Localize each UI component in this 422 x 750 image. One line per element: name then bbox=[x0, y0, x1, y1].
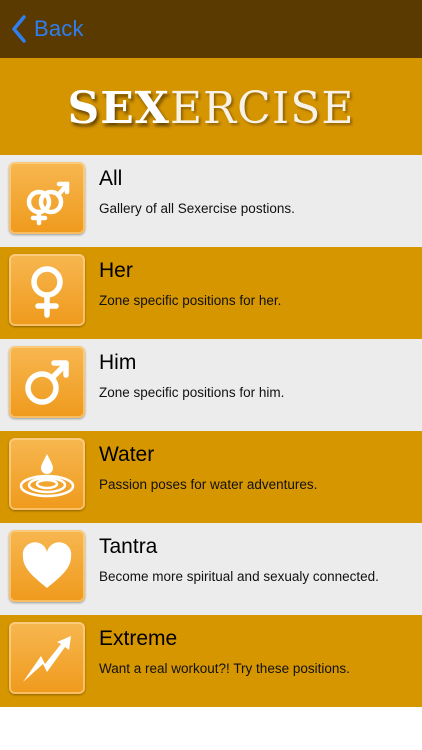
category-title: Tantra bbox=[99, 535, 158, 558]
chevron-left-icon bbox=[12, 15, 26, 43]
logo-text-strong: SEX bbox=[67, 83, 170, 134]
category-row-her[interactable]: Her Zone specific positions for her. bbox=[0, 247, 422, 339]
lightning-icon bbox=[9, 622, 85, 694]
male-symbol-icon bbox=[9, 346, 85, 418]
female-symbol-icon bbox=[9, 254, 85, 326]
category-row-tantra[interactable]: Tantra Become more spiritual and sexualy… bbox=[0, 523, 422, 615]
category-subtitle: Zone specific positions for her. bbox=[99, 293, 282, 308]
category-title: Him bbox=[99, 351, 137, 374]
category-row-water[interactable]: Water Passion poses for water adventures… bbox=[0, 431, 422, 523]
water-drop-icon bbox=[9, 438, 85, 510]
back-button[interactable]: Back bbox=[10, 14, 84, 44]
gender-symbols-icon bbox=[9, 162, 85, 234]
app-banner: SEXERCISE bbox=[0, 58, 422, 155]
category-title: Her bbox=[99, 259, 133, 282]
category-title: All bbox=[99, 167, 123, 190]
category-row-extreme[interactable]: Extreme Want a real workout?! Try these … bbox=[0, 615, 422, 707]
category-row-all[interactable]: All Gallery of all Sexercise postions. bbox=[0, 155, 422, 247]
category-subtitle: Passion poses for water adventures. bbox=[99, 477, 318, 492]
category-title: Water bbox=[99, 443, 155, 466]
navigation-bar: Back bbox=[0, 0, 422, 58]
category-subtitle: Become more spiritual and sexualy connec… bbox=[99, 569, 379, 584]
heart-icon bbox=[9, 530, 85, 602]
app-logo: SEXERCISE bbox=[67, 83, 354, 134]
category-subtitle: Zone specific positions for him. bbox=[99, 385, 285, 400]
back-button-label: Back bbox=[34, 16, 84, 41]
category-subtitle: Want a real workout?! Try these position… bbox=[99, 661, 350, 676]
category-subtitle: Gallery of all Sexercise postions. bbox=[99, 201, 295, 216]
logo-text-light: ERCISE bbox=[169, 83, 355, 134]
category-row-him[interactable]: Him Zone specific positions for him. bbox=[0, 339, 422, 431]
category-title: Extreme bbox=[99, 627, 178, 650]
category-list: All Gallery of all Sexercise postions. H… bbox=[0, 155, 422, 707]
